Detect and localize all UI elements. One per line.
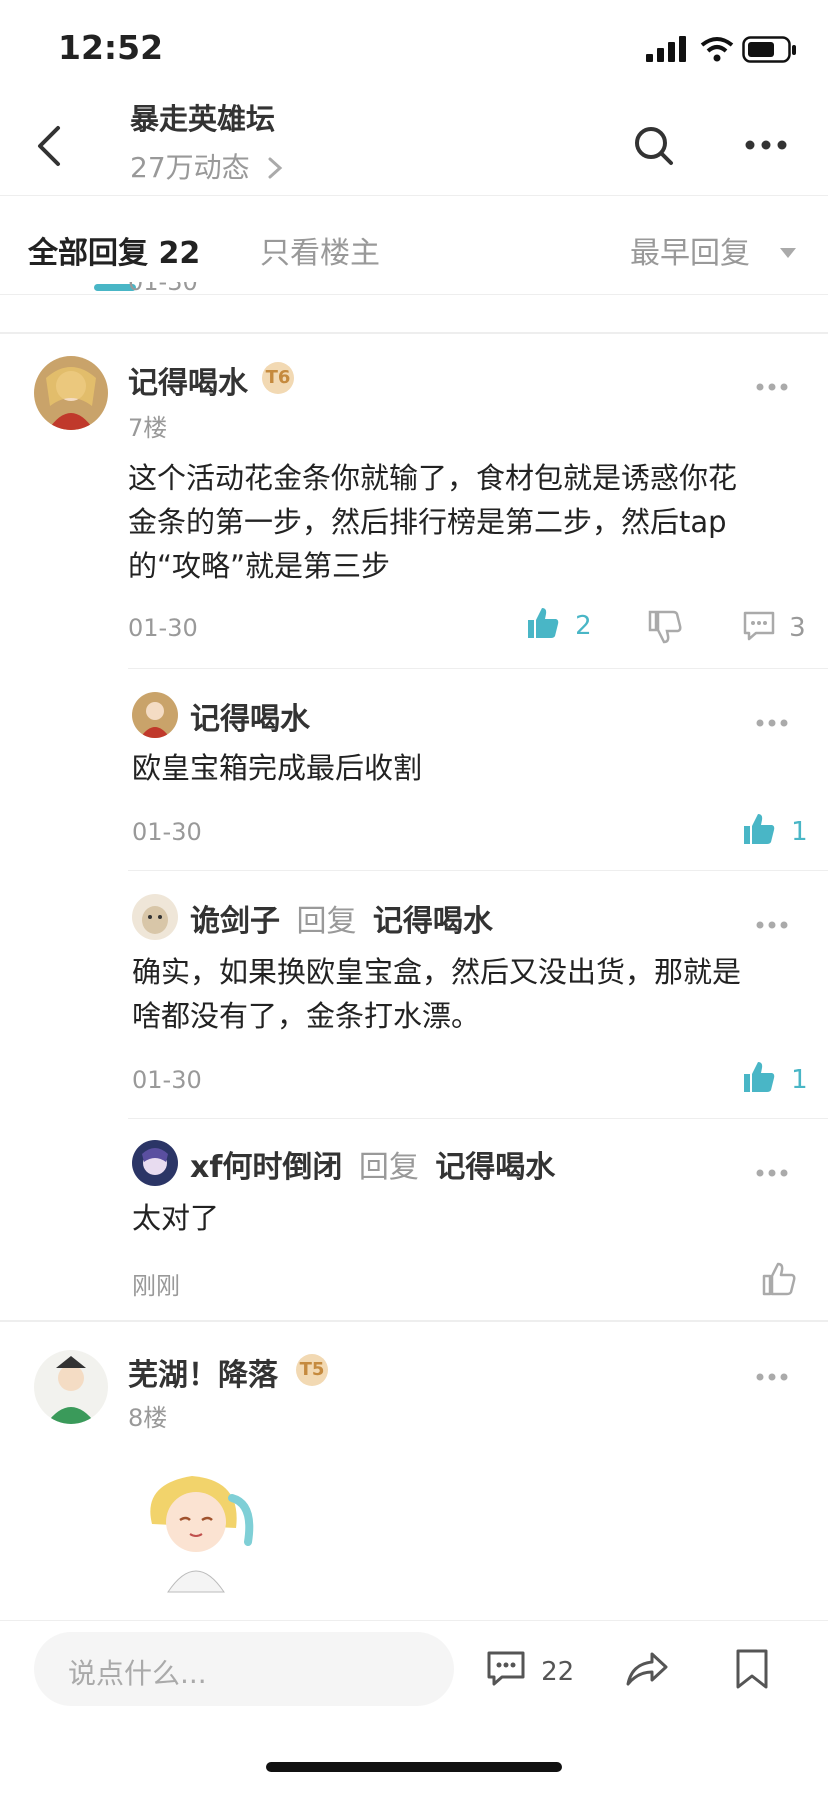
reply-word: 回复 <box>358 1150 419 1185</box>
comment-text: 这个活动花金条你就输了，食材包就是诱惑你花 金条的第一步，然后排行榜是第二步，然… <box>128 456 798 588</box>
divider <box>128 668 828 669</box>
floor-number: 8楼 <box>128 1404 168 1432</box>
level-badge: T6 <box>262 362 294 394</box>
bookmark-icon[interactable] <box>734 1648 770 1690</box>
user-name[interactable]: xf何时倒闭 <box>190 1150 342 1185</box>
prev-time: 01-30 <box>128 282 198 296</box>
back-icon[interactable] <box>34 124 64 168</box>
search-icon[interactable] <box>632 124 676 168</box>
avatar[interactable] <box>132 692 178 738</box>
reply-header: xf何时倒闭 回复 记得喝水 <box>190 1142 555 1186</box>
comment-input[interactable]: 说点什么... <box>34 1632 454 1706</box>
signal-icon <box>646 36 686 62</box>
more-icon[interactable] <box>756 920 788 930</box>
reply-line: 啥都没有了，金条打水漂。 <box>132 999 481 1033</box>
level-badge: T5 <box>296 1354 328 1386</box>
avatar[interactable] <box>132 1140 178 1186</box>
user-name[interactable]: 芜湖！降落 <box>128 1350 278 1394</box>
reply-text: 确实，如果换欧皇宝盒，然后又没出货，那就是 啥都没有了，金条打水漂。 <box>132 950 812 1038</box>
thumb-up-icon <box>744 1062 775 1092</box>
divider <box>128 1118 828 1119</box>
user-name[interactable]: 记得喝水 <box>190 694 310 738</box>
wifi-icon <box>700 37 734 62</box>
like-button[interactable]: 1 <box>742 812 808 847</box>
reply-to-user[interactable]: 记得喝水 <box>435 1150 555 1185</box>
reply-line: 确实，如果换欧皇宝盒，然后又没出货，那就是 <box>132 955 742 989</box>
reply-to-user[interactable]: 记得喝水 <box>373 904 493 939</box>
divider <box>128 870 828 871</box>
comment-line: 的“攻略”就是第三步 <box>128 549 391 583</box>
comments-button[interactable]: 22 <box>486 1650 574 1688</box>
user-name[interactable]: 记得喝水 <box>128 358 248 402</box>
dynamics-count-link[interactable]: 27万动态 <box>130 146 285 186</box>
reply-time: 刚刚 <box>132 1272 180 1300</box>
avatar[interactable] <box>34 1350 108 1424</box>
reply-time: 01-30 <box>132 818 202 846</box>
reply-word: 回复 <box>296 904 357 939</box>
user-name[interactable]: 诡剑子 <box>190 904 280 939</box>
comment-line: 金条的第一步，然后排行榜是第二步，然后tap <box>128 505 727 539</box>
like-count: 1 <box>791 817 808 847</box>
reply-text: 欧皇宝箱完成最后收割 <box>132 751 423 785</box>
reply-time: 01-30 <box>132 1066 202 1094</box>
comment-line: 这个活动花金条你就输了，食材包就是诱惑你花 <box>128 461 738 495</box>
share-icon[interactable] <box>624 1648 670 1688</box>
tab-all-replies[interactable]: 全部回复 22 <box>28 228 200 272</box>
thumb-up-icon <box>528 608 559 638</box>
caret-down-icon <box>779 248 796 258</box>
sort-dropdown[interactable]: 最早回复 <box>630 228 798 272</box>
reply-text: 太对了 <box>132 1201 220 1235</box>
avatar[interactable] <box>132 894 178 940</box>
thumb-down-icon[interactable] <box>648 610 682 644</box>
page-title: 暴走英雄坛 <box>130 102 276 136</box>
like-button[interactable]: 1 <box>742 1060 808 1095</box>
reply-tabs: 全部回复 22 只看楼主 最早回复 <box>0 195 828 295</box>
chevron-right-icon <box>268 157 282 179</box>
more-icon[interactable] <box>756 382 788 392</box>
comment-count: 3 <box>789 613 806 643</box>
comment-time: 01-30 <box>128 614 198 642</box>
like-button[interactable]: 2 <box>526 606 592 641</box>
comment-input-placeholder: 说点什么... <box>68 1657 207 1690</box>
comment-icon <box>487 1651 525 1686</box>
dynamics-count: 27万动态 <box>130 151 250 184</box>
avatar[interactable] <box>34 356 108 430</box>
more-icon[interactable] <box>756 718 788 728</box>
divider <box>0 332 828 334</box>
like-count: 1 <box>791 1065 808 1095</box>
divider <box>0 1320 828 1322</box>
home-indicator <box>266 1762 562 1772</box>
thumb-up-icon[interactable] <box>762 1262 796 1296</box>
reply-header: 诡剑子 回复 记得喝水 <box>190 896 493 940</box>
comment-count: 22 <box>541 1657 575 1687</box>
more-icon[interactable] <box>744 138 788 152</box>
floor-number: 7楼 <box>128 414 168 442</box>
comment-button[interactable]: 3 <box>742 610 806 643</box>
battery-icon <box>742 36 796 63</box>
like-count: 2 <box>575 611 592 641</box>
sticker-image[interactable] <box>132 1464 262 1594</box>
sort-label: 最早回复 <box>630 236 750 271</box>
status-time: 12:52 <box>58 28 164 67</box>
tab-only-owner[interactable]: 只看楼主 <box>260 228 380 272</box>
thumb-up-icon <box>744 814 775 844</box>
more-icon[interactable] <box>756 1372 788 1382</box>
more-icon[interactable] <box>756 1168 788 1178</box>
comment-icon <box>743 611 775 641</box>
